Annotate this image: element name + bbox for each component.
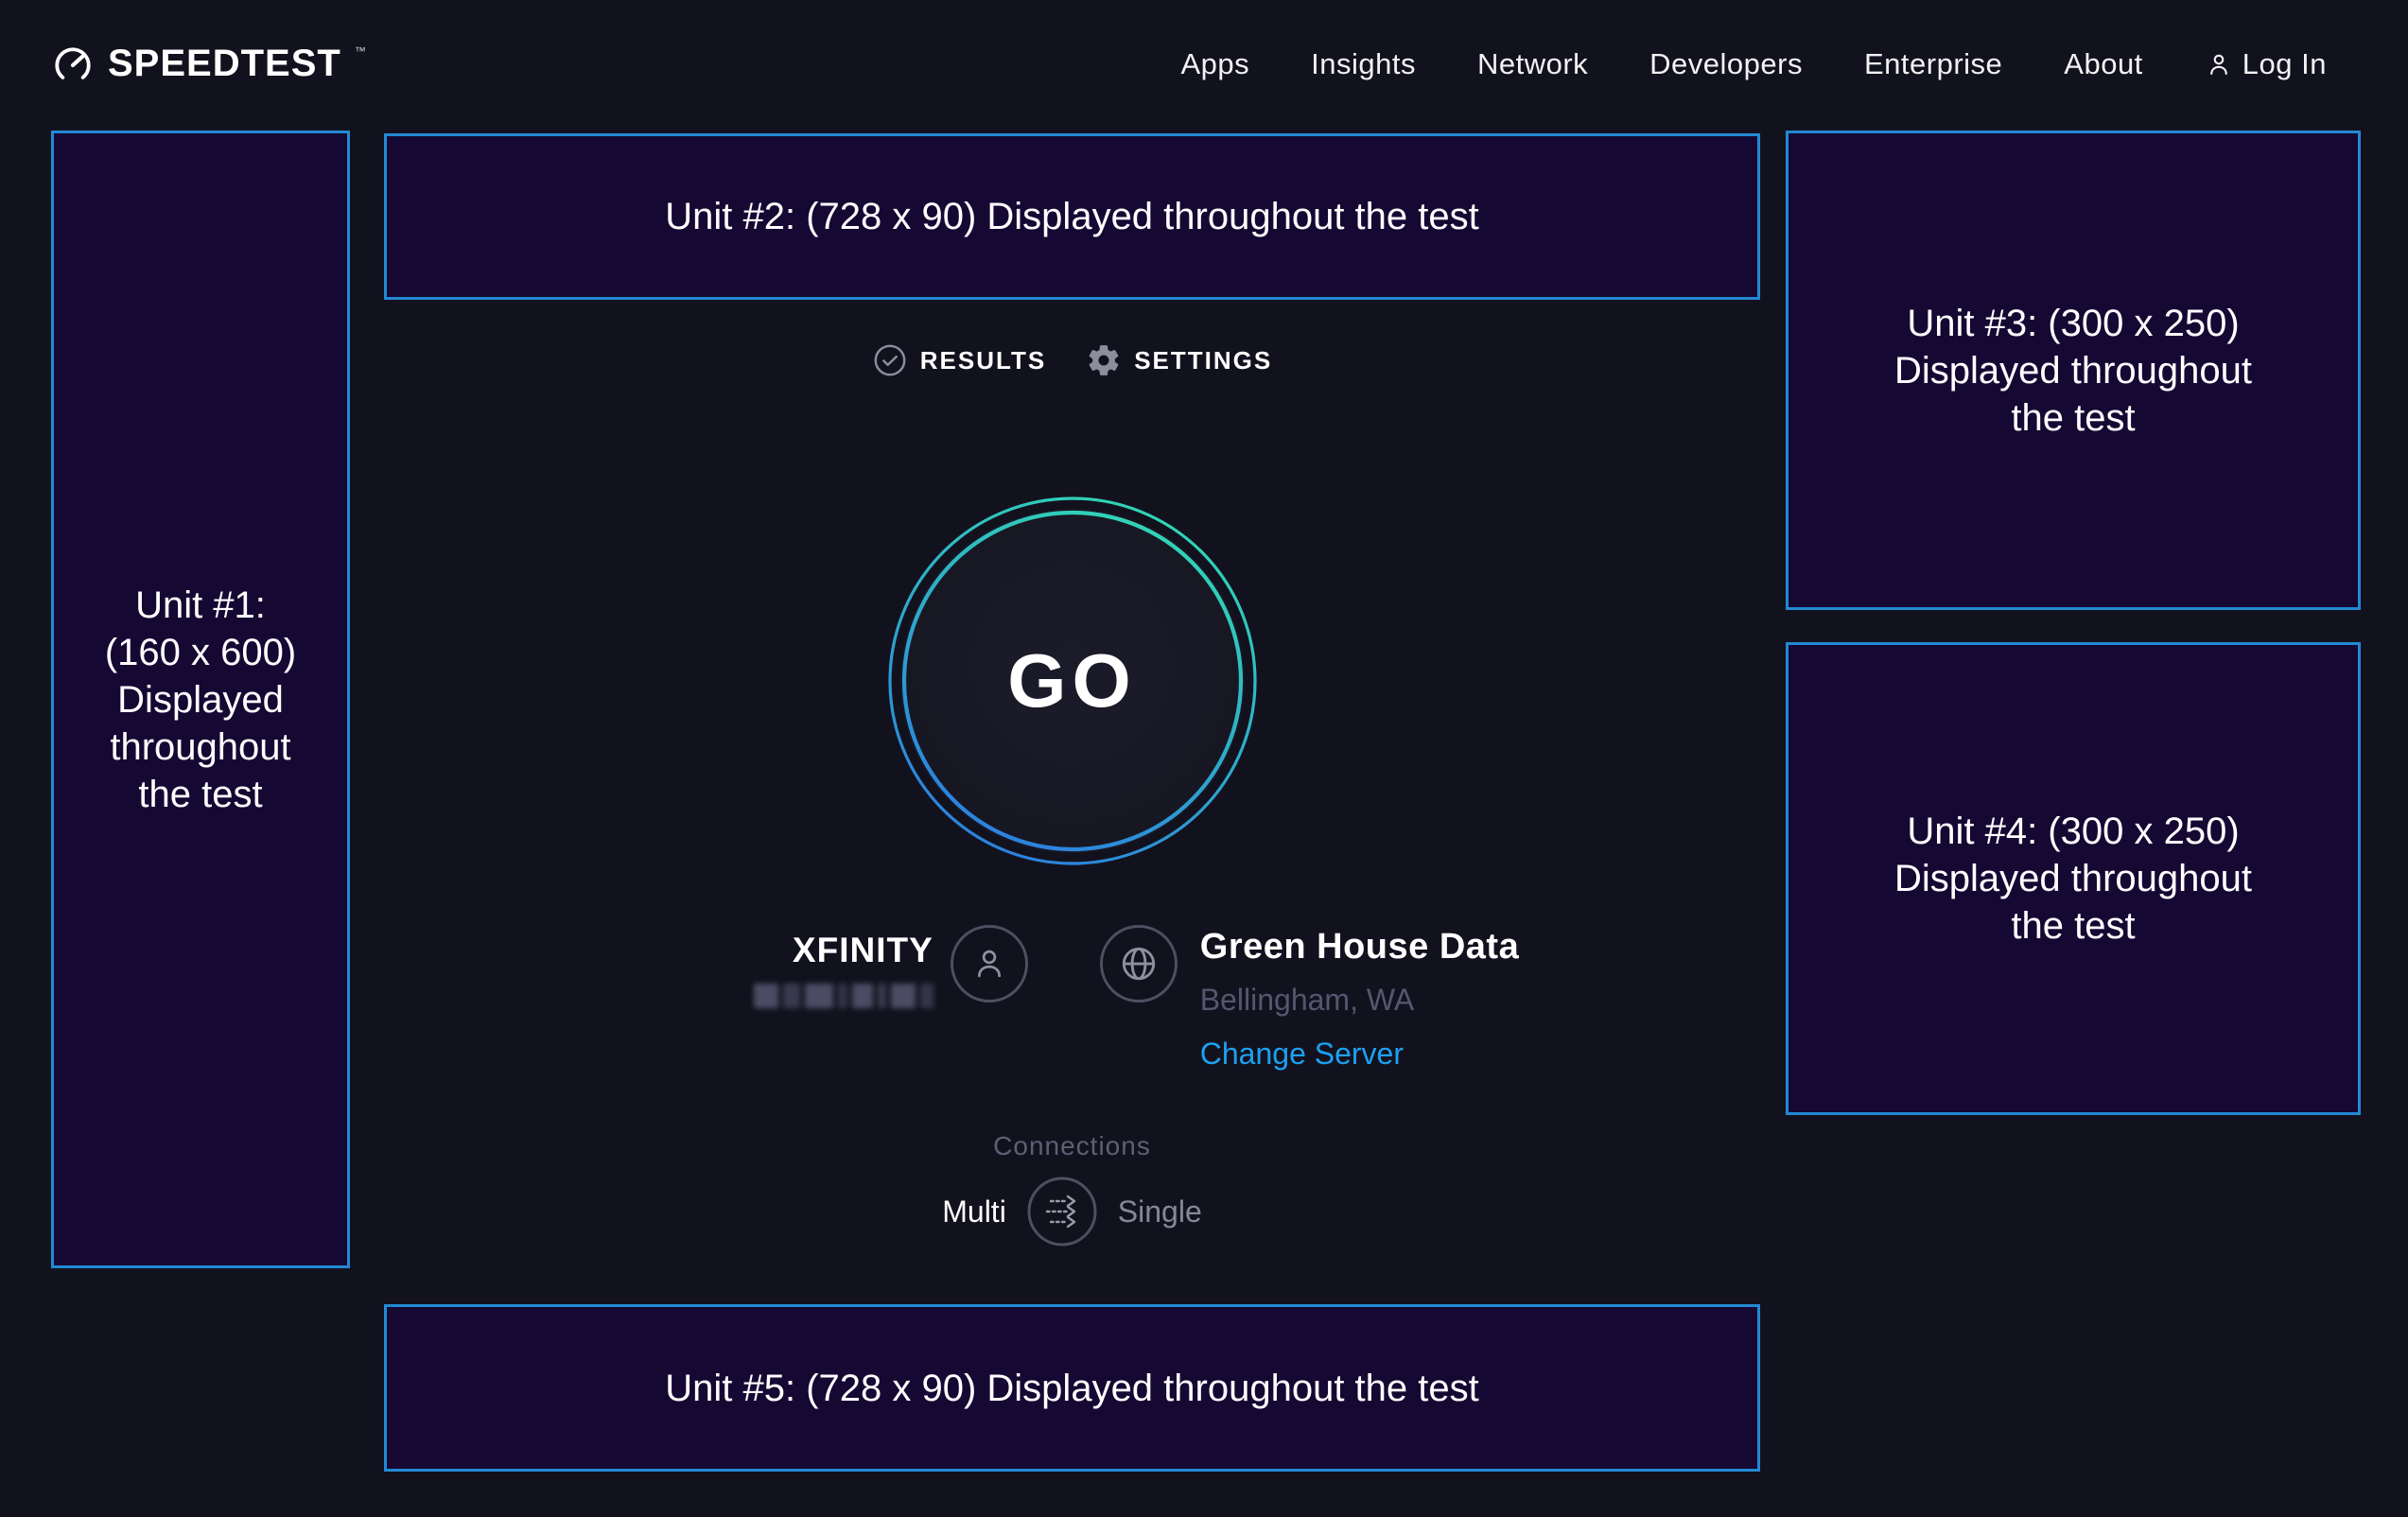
nav-login[interactable]: Log In	[2205, 47, 2327, 81]
ad-unit-3[interactable]: Unit #3: (300 x 250) Displayed throughou…	[1786, 131, 2361, 610]
server-location: Bellingham, WA	[1200, 983, 1414, 1018]
redacted-ip	[754, 984, 934, 1008]
connections-toggle[interactable]	[1027, 1177, 1097, 1247]
server-block: Green House Data Bellingham, WA Change S…	[1200, 927, 1519, 1072]
isp-name: XFINITY	[793, 931, 934, 970]
gear-icon	[1086, 342, 1122, 378]
logo-text: SPEEDTEST	[108, 42, 341, 85]
go-button[interactable]: GO	[887, 496, 1258, 866]
nav-enterprise[interactable]: Enterprise	[1864, 47, 2002, 81]
nav-about[interactable]: About	[2064, 47, 2143, 81]
ad-unit-4-text: Unit #4: (300 x 250) Displayed throughou…	[1894, 808, 2252, 950]
change-server-link[interactable]: Change Server	[1200, 1037, 1404, 1072]
speedtest-page: SPEEDTEST ™ Apps Insights Network Develo…	[0, 0, 2408, 1517]
person-icon	[2205, 50, 2233, 78]
multi-connections-icon	[1027, 1177, 1097, 1247]
single-option[interactable]: Single	[1118, 1194, 1202, 1229]
connections-section: Connections Multi	[384, 1131, 1760, 1247]
tab-results[interactable]: RESULTS	[872, 342, 1046, 378]
isp-person-icon	[951, 925, 1028, 1003]
logo-trademark: ™	[355, 45, 366, 57]
ad-unit-3-text: Unit #3: (300 x 250) Displayed throughou…	[1894, 300, 2252, 442]
tab-settings[interactable]: SETTINGS	[1086, 342, 1272, 378]
test-panel: RESULTS SETTINGS	[384, 0, 1760, 1517]
login-label: Log In	[2242, 47, 2327, 81]
speedtest-gauge-icon	[51, 44, 95, 87]
speedtest-logo[interactable]: SPEEDTEST ™	[51, 42, 366, 87]
ad-unit-4[interactable]: Unit #4: (300 x 250) Displayed throughou…	[1786, 642, 2361, 1115]
go-label: GO	[887, 496, 1258, 866]
server-globe-icon	[1100, 925, 1178, 1003]
multi-option[interactable]: Multi	[942, 1194, 1006, 1229]
host-info-row: XFINITY	[384, 925, 1760, 1072]
isp-block: XFINITY	[754, 931, 934, 1008]
connections-label: Connections	[384, 1131, 1760, 1161]
check-circle-icon	[872, 342, 908, 378]
server-name: Green House Data	[1200, 927, 1519, 968]
ad-unit-1[interactable]: Unit #1: (160 x 600) Displayed throughou…	[51, 131, 350, 1268]
ad-unit-1-text: Unit #1: (160 x 600) Displayed throughou…	[105, 582, 296, 818]
results-label: RESULTS	[920, 346, 1046, 375]
tabs-row: RESULTS SETTINGS	[384, 342, 1760, 378]
settings-label: SETTINGS	[1134, 346, 1272, 375]
